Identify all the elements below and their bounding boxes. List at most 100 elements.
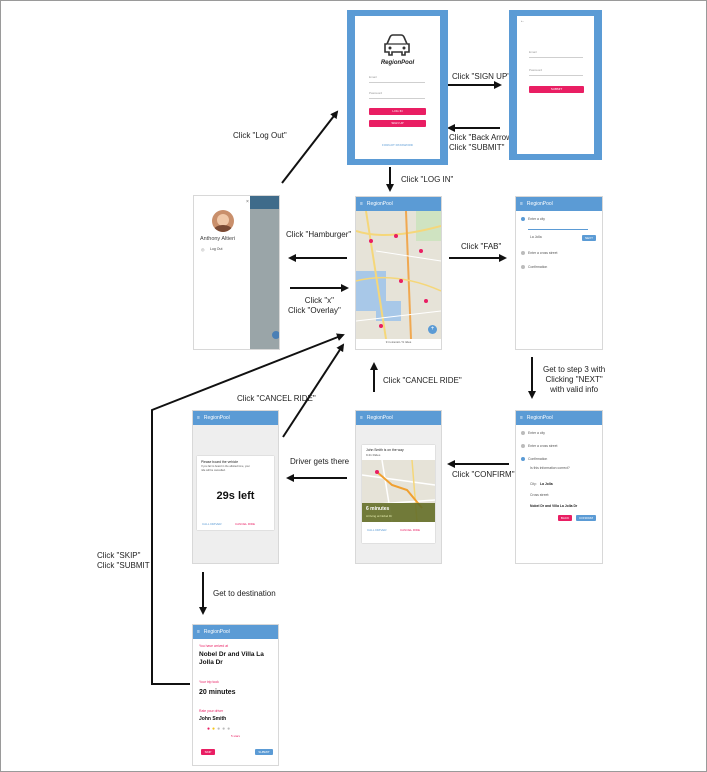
confirm-step2: Enter a cross street	[528, 444, 558, 448]
hamburger-icon[interactable]: ≡	[360, 197, 363, 211]
cancel-ride-button[interactable]: CANCEL RIDE	[235, 522, 255, 526]
avatar	[212, 210, 234, 232]
step2-indicator	[521, 251, 525, 255]
label-log-in: Click "LOG IN"	[401, 175, 454, 184]
label-click-overlay: Click "Overlay"	[288, 306, 341, 315]
hamburger-icon[interactable]: ≡	[197, 411, 200, 425]
driver-name: John Smith	[199, 716, 227, 722]
label-step3-line2: Clicking "NEXT"	[545, 375, 603, 384]
rate-label: Rate your driver	[199, 709, 224, 713]
board-warning: If you fail to board in the allotted tim…	[201, 465, 250, 472]
form-app-bar: ≡ RegionPool	[516, 197, 602, 211]
confirm-app-bar: ≡ RegionPool	[516, 411, 602, 425]
label-skip: Click "SKIP"	[97, 551, 141, 560]
eta-banner: 6 minutes Arriving at Nobel Dr	[362, 503, 435, 522]
hamburger-icon[interactable]: ≡	[520, 411, 523, 425]
map-roads	[356, 210, 441, 340]
arrived-app-bar: ≡ RegionPool	[193, 411, 278, 425]
close-icon[interactable]: ×	[246, 199, 249, 205]
label-log-out: Click "Log Out"	[233, 131, 287, 140]
step1-indicator	[521, 431, 525, 435]
fab-add-button[interactable]: +	[428, 325, 437, 334]
city-value: La Jolla	[530, 235, 542, 239]
map-title: RegionPool	[366, 201, 393, 207]
label-hamburger: Click "Hamburger"	[286, 230, 352, 239]
form-step1-label: Enter a city	[528, 217, 545, 221]
form-title: RegionPool	[526, 201, 553, 207]
rating-screen: ≡ RegionPool You have arrived at Nobel Dr…	[192, 624, 279, 766]
star-icon[interactable]: ●	[227, 726, 232, 732]
drawer-overlay[interactable]	[250, 196, 279, 349]
star-rating[interactable]: ●●●●●	[207, 726, 232, 732]
label-click-x: Click "x"	[304, 296, 335, 305]
confirm-city-label: City:	[530, 482, 537, 486]
confirm-screen: ≡ RegionPool Enter a city Enter a cross s…	[515, 410, 603, 564]
login-password-field[interactable]: Password	[369, 91, 425, 99]
drawer-log-out[interactable]: Log Out	[210, 247, 222, 251]
waiting-sub: 9:41 Rides	[366, 453, 381, 457]
submit-button[interactable]: SUBMIT	[255, 749, 273, 755]
map-view[interactable]	[356, 210, 441, 340]
label-get-to-destination: Get to destination	[213, 589, 276, 598]
arrow-cancel-left	[282, 343, 345, 438]
label-fab: Click "FAB"	[461, 242, 502, 251]
hamburger-icon[interactable]: ≡	[360, 411, 363, 425]
login-app-name: RegionPool	[380, 60, 415, 66]
signup-screen: ← Email Password SUBMIT	[509, 10, 602, 160]
signup-email-field[interactable]: Email	[529, 50, 583, 58]
forgot-password-link[interactable]: FORGOT PASSWORD	[355, 143, 440, 147]
next-button[interactable]: NEXT	[582, 235, 596, 241]
confirm-step1: Enter a city	[528, 431, 545, 435]
login-email-field[interactable]: Email	[369, 75, 425, 83]
back-arrow-icon[interactable]: ←	[520, 18, 525, 24]
login-screen: RegionPool Email Password LOG IN SIGN UP…	[347, 10, 448, 165]
cancel-ride-button[interactable]: CANCEL RIDE	[400, 528, 420, 532]
eta-value: 6 minutes	[366, 506, 390, 512]
waiting-card: John Smith is on the way 9:41 Rides 6 mi…	[361, 445, 436, 543]
hamburger-icon[interactable]: ≡	[197, 625, 200, 639]
stars-label: 5 stars	[230, 734, 240, 738]
step1-indicator	[521, 217, 525, 221]
signup-button[interactable]: SIGN UP	[369, 120, 426, 127]
countdown-card: Please board the vehicle If you fail to …	[197, 456, 274, 530]
step3-indicator	[521, 265, 525, 269]
trip-duration: 20 minutes	[199, 689, 236, 696]
confirm-button[interactable]: CONFIRM	[576, 515, 596, 521]
drawer-screen: × Anthony Altieri ◎ Log Out	[193, 195, 280, 350]
waiting-title: RegionPool	[366, 415, 393, 421]
logout-icon: ◎	[201, 247, 205, 252]
waiting-app-bar: ≡ RegionPool	[356, 411, 441, 425]
waiting-screen: ≡ RegionPool John Smith is on the way 9:4…	[355, 410, 442, 564]
label-driver-gets-there: Driver gets there	[290, 457, 350, 466]
step3-indicator	[521, 457, 525, 461]
label-submit-2: Click "SUBMIT	[97, 561, 150, 570]
arrived-title: RegionPool	[203, 415, 230, 421]
back-button[interactable]: BACK	[558, 515, 572, 521]
call-driver-button[interactable]: CALL DRIVER	[367, 528, 387, 532]
form-step3-label: Confirmation	[528, 265, 548, 269]
login-button[interactable]: LOG IN	[369, 108, 426, 115]
trip-time-label: Your trip took	[199, 680, 219, 684]
destination-value: Nobel Dr and Villa La Jolla Dr	[199, 651, 264, 666]
label-close-overlay: Click "x" Click "Overlay"	[288, 296, 341, 316]
eta-sub: Arriving at Nobel Dr	[366, 514, 393, 518]
label-sign-up: Click "SIGN UP"	[452, 72, 511, 81]
city-input[interactable]	[528, 224, 588, 230]
signup-password-field[interactable]: Password	[529, 68, 583, 76]
car-logo-icon	[384, 34, 410, 56]
waiting-heading: John Smith is on the way	[366, 448, 404, 452]
confirm-city-value: La Jolla	[540, 482, 553, 486]
signup-submit-button[interactable]: SUBMIT	[529, 86, 584, 93]
arrived-label: You have arrived at	[199, 644, 229, 648]
label-back-arrow: Click "Back Arrow"	[449, 133, 515, 142]
label-skip-submit: Click "SKIP" Click "SUBMIT	[97, 551, 150, 571]
label-step3-line3: with valid info	[550, 385, 599, 394]
confirm-question: Is this information correct?	[530, 466, 570, 470]
confirm-cross-value: Nobel Dr and Villa La Jolla Dr	[530, 504, 578, 508]
skip-button[interactable]: SKIP	[201, 749, 215, 755]
hamburger-icon[interactable]: ≡	[520, 197, 523, 211]
map-app-bar: ≡ RegionPool	[356, 197, 441, 211]
map-screen: ≡ RegionPool + 9 in-transit / 9 rides	[355, 196, 442, 350]
call-driver-button[interactable]: CALL DRIVER	[202, 522, 222, 526]
step2-indicator	[521, 444, 525, 448]
